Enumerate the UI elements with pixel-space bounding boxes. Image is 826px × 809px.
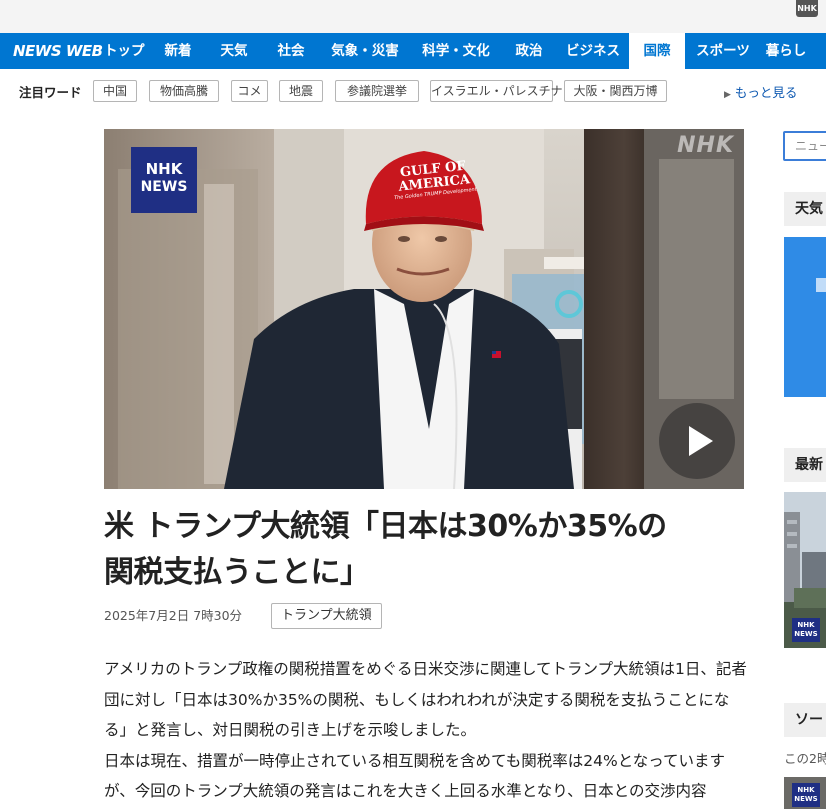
trending-bar: 注目ワード 中国 物価高騰 コメ 地震 参議院選挙 イスラエル・パレスチナ 大阪… [0,69,826,113]
nav-top[interactable]: トップ [104,33,145,69]
nav-politics[interactable]: 政治 [508,33,550,69]
mini-nhk-badge: NHK NEWS [792,618,820,642]
nhk-logo[interactable]: NHK [796,0,818,17]
trend-chip[interactable]: 参議院選挙 [335,80,419,102]
article-date: 2025年7月2日 7時30分 [104,608,243,623]
more-link-label: もっと見る [734,85,798,100]
more-link[interactable]: ▶ もっと見る [724,82,797,101]
caret-right-icon: ▶ [724,90,731,100]
nav-business[interactable]: ビジネス [564,33,622,69]
trend-chip[interactable]: 大阪・関西万博 [564,80,667,102]
news-web-logo[interactable]: NEWS WEB [13,33,103,69]
search-input[interactable]: ニュー [783,131,826,161]
sidebar-weather-heading: 天気 [784,192,826,226]
weather-icon [816,278,826,292]
trend-chip[interactable]: 物価高騰 [149,80,219,102]
section-thumbnail[interactable]: NHK NEWS [784,777,826,809]
trend-chip[interactable]: 地震 [279,80,323,102]
mini-nhk-badge: NHK NEWS [792,783,820,807]
article-tag[interactable]: トランプ大統領 [271,603,382,629]
article-paragraph: 日本は現在、措置が一時停止されている相互関税を含めても関税率は24%となっていま… [104,751,725,801]
nav-new[interactable]: 新着 [157,33,199,69]
nav-international[interactable]: 国際 [629,33,685,69]
article-title: 米 トランプ大統領「日本は30%か35%の 関税支払うことに」 [104,509,667,590]
nav-weather[interactable]: 天気 [213,33,255,69]
nav-science[interactable]: 科学・文化 [418,33,494,69]
play-icon [689,426,713,456]
nhk-watermark: NHK [677,133,734,158]
latest-thumbnail[interactable]: NHK NEWS [784,492,826,648]
trend-chip[interactable]: 中国 [93,80,137,102]
trending-label: 注目ワード [19,85,82,100]
sidebar-latest-heading: 最新 [784,448,826,482]
article-paragraph: アメリカのトランプ政権の関税措置をめぐる日米交渉に関連してトランプ大統領は1日、… [104,660,747,739]
nav-disaster[interactable]: 気象・災害 [327,33,403,69]
play-button[interactable] [659,403,735,479]
trend-chip[interactable]: イスラエル・パレスチナ [430,80,563,102]
sidebar-section-heading: ソー [784,703,826,737]
sidebar-section-subtitle: この2時 [784,751,826,766]
weather-widget[interactable] [784,237,826,397]
nav-society[interactable]: 社会 [270,33,312,69]
article-hero-video[interactable]: GULF OF AMERICA The Golden TRUMP Develop… [104,129,744,489]
nav-life[interactable]: 暮らし [765,33,807,69]
trend-chip[interactable]: コメ [231,80,268,102]
article-body: アメリカのトランプ政権の関税措置をめぐる日米交渉に関連してトランプ大統領は1日、… [104,654,748,807]
nhk-news-badge: NHK NEWS [131,147,197,213]
main-nav: NEWS WEB トップ 新着 天気 社会 気象・災害 科学・文化 政治 ビジネ… [0,33,826,69]
nav-sports[interactable]: スポーツ [693,33,753,69]
top-strip: NHK [0,0,826,33]
